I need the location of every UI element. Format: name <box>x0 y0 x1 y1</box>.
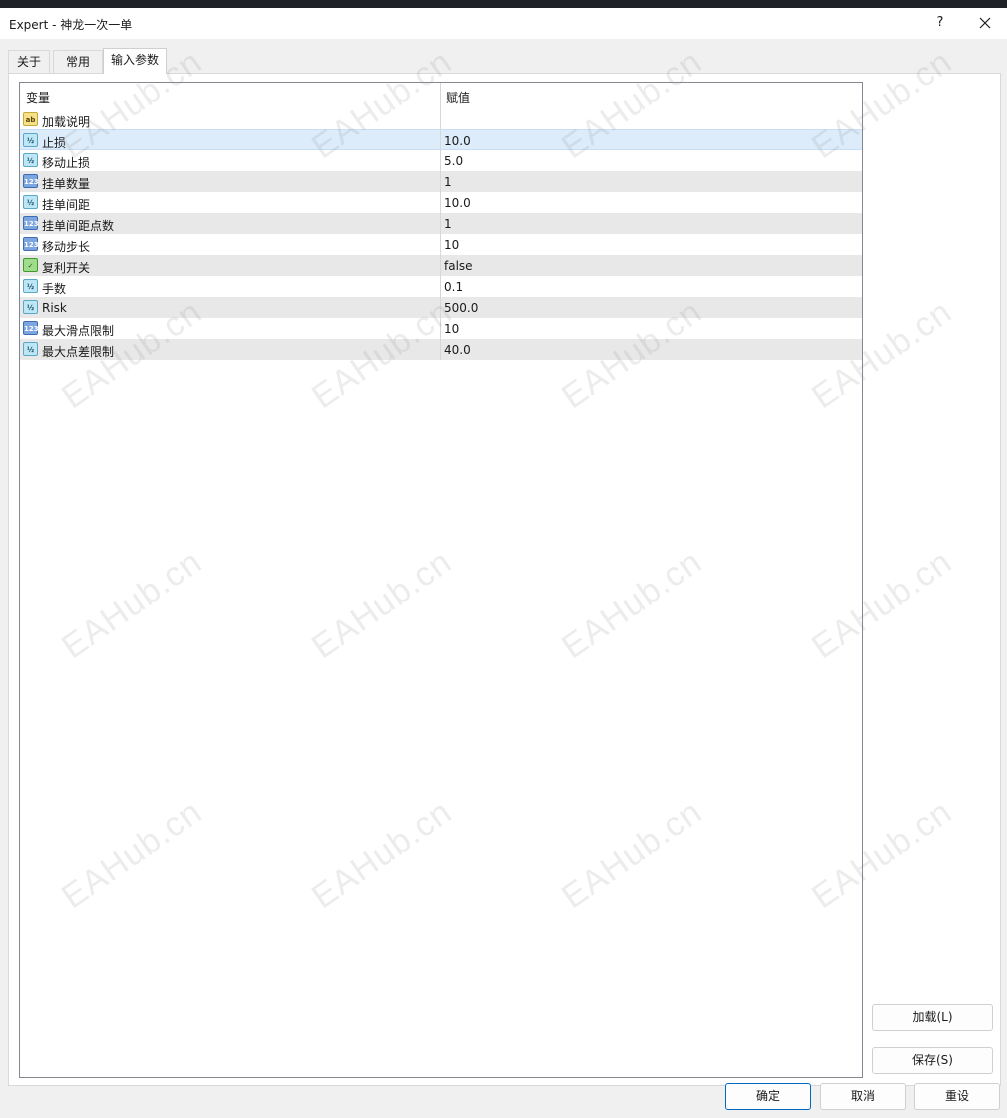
parameter-name: 复利开关 <box>42 261 91 275</box>
double-type-icon: ½ <box>23 153 38 167</box>
table-row[interactable]: 123 最大滑点限制 10 <box>20 318 862 339</box>
ok-button[interactable]: 确定 <box>725 1083 811 1110</box>
integer-type-icon: 123 <box>23 321 39 335</box>
double-type-icon: ½ <box>23 300 38 314</box>
parameter-value[interactable]: 500.0 <box>444 301 478 315</box>
table-row[interactable]: ½ Risk 500.0 <box>20 297 862 318</box>
tab-inputs[interactable]: 输入参数 <box>103 48 167 74</box>
parameter-name: 手数 <box>42 282 67 296</box>
parameter-value[interactable]: 10 <box>444 238 459 252</box>
column-header-variable[interactable]: 变量 <box>26 89 50 106</box>
parameter-value[interactable]: 1 <box>444 217 452 231</box>
table-row[interactable]: ✓ 复利开关 false <box>20 255 862 276</box>
parameter-value[interactable]: 10.0 <box>444 134 471 148</box>
table-row[interactable]: ½ 最大点差限制 40.0 <box>20 339 862 360</box>
parameter-name: 挂单间距点数 <box>42 219 115 233</box>
double-type-icon: ½ <box>23 195 38 209</box>
tab-about[interactable]: 关于 <box>8 50 50 73</box>
parameter-name: Risk <box>42 301 67 315</box>
parameter-value[interactable]: false <box>444 259 473 273</box>
close-button[interactable] <box>972 11 998 35</box>
parameter-value[interactable]: 0.1 <box>444 280 463 294</box>
top-strip <box>0 0 1007 8</box>
table-row[interactable]: ½ 止损 10.0 <box>20 129 862 150</box>
grid-header: 变量 赋值 <box>20 83 862 109</box>
column-separator[interactable] <box>440 83 441 360</box>
parameter-value[interactable]: 1 <box>444 175 452 189</box>
parameter-name: 加载说明 <box>42 115 91 129</box>
window-title: Expert - 神龙一次一单 <box>9 18 133 32</box>
table-row[interactable]: ½ 手数 0.1 <box>20 276 862 297</box>
integer-type-icon: 123 <box>23 237 39 251</box>
parameter-name: 最大滑点限制 <box>42 324 115 338</box>
column-header-value[interactable]: 赋值 <box>446 89 470 106</box>
save-button[interactable]: 保存(S) <box>872 1047 993 1074</box>
integer-type-icon: 123 <box>23 216 39 230</box>
parameter-value[interactable]: 10 <box>444 322 459 336</box>
parameter-value[interactable]: 40.0 <box>444 343 471 357</box>
integer-type-icon: 123 <box>23 174 39 188</box>
double-type-icon: ½ <box>23 279 38 293</box>
parameter-value[interactable]: 10.0 <box>444 196 471 210</box>
parameter-name: 挂单间距 <box>42 198 91 212</box>
help-button[interactable]: ? <box>928 11 952 35</box>
title-bar: Expert - 神龙一次一单 ? <box>0 8 1007 39</box>
table-row[interactable]: ½ 移动止损 5.0 <box>20 150 862 171</box>
parameter-name: 止损 <box>42 136 67 150</box>
parameter-grid: 变量 赋值 ab 加载说明 ½ 止损 10.0 ½ 移动止损 5.0 123 挂… <box>19 82 863 1078</box>
table-row[interactable]: 123 挂单数量 1 <box>20 171 862 192</box>
close-icon <box>979 17 991 29</box>
table-row[interactable]: 123 挂单间距点数 1 <box>20 213 862 234</box>
table-row[interactable]: ½ 挂单间距 10.0 <box>20 192 862 213</box>
cancel-button[interactable]: 取消 <box>820 1083 906 1110</box>
load-button[interactable]: 加载(L) <box>872 1004 993 1031</box>
double-type-icon: ½ <box>23 342 38 356</box>
string-type-icon: ab <box>23 112 38 126</box>
table-row[interactable]: ab 加载说明 <box>20 109 862 130</box>
parameter-name: 移动止损 <box>42 156 91 170</box>
table-row[interactable]: 123 移动步长 10 <box>20 234 862 255</box>
parameter-value[interactable]: 5.0 <box>444 154 463 168</box>
tab-common[interactable]: 常用 <box>53 50 103 73</box>
parameter-name: 移动步长 <box>42 240 91 254</box>
boolean-type-icon: ✓ <box>23 258 38 272</box>
reset-button[interactable]: 重设 <box>914 1083 1000 1110</box>
parameter-name: 最大点差限制 <box>42 345 115 359</box>
parameter-name: 挂单数量 <box>42 177 91 191</box>
double-type-icon: ½ <box>23 133 38 147</box>
